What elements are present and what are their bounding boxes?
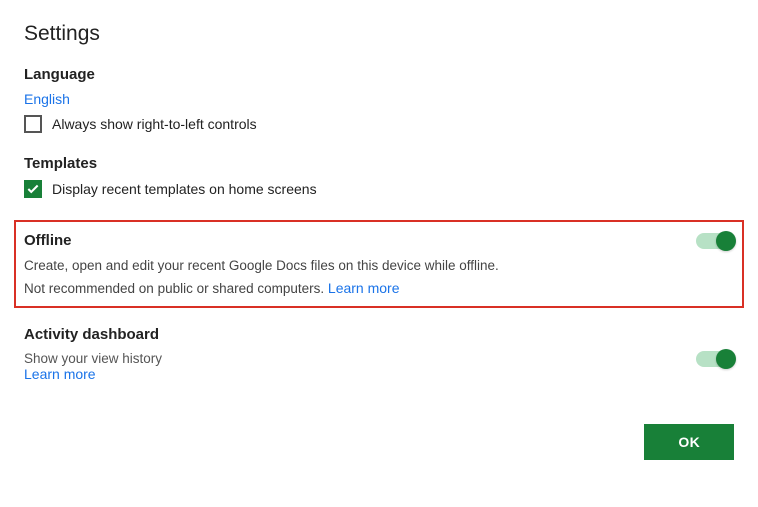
page-title: Settings xyxy=(24,22,734,46)
offline-heading: Offline xyxy=(24,232,72,249)
offline-section-highlight: Offline Create, open and edit your recen… xyxy=(14,220,744,308)
rtl-checkbox[interactable] xyxy=(24,115,42,133)
templates-heading: Templates xyxy=(24,155,734,172)
offline-warning: Not recommended on public or shared comp… xyxy=(24,281,328,296)
activity-description: Show your view history xyxy=(24,351,162,366)
offline-warning-row: Not recommended on public or shared comp… xyxy=(24,280,734,296)
check-icon xyxy=(26,182,40,196)
dialog-footer: OK xyxy=(24,424,734,460)
language-section: Language English Always show right-to-le… xyxy=(24,66,734,133)
offline-description: Create, open and edit your recent Google… xyxy=(24,257,734,276)
templates-section: Templates Display recent templates on ho… xyxy=(24,155,734,198)
toggle-knob xyxy=(716,231,736,251)
activity-heading: Activity dashboard xyxy=(24,326,734,343)
activity-toggle[interactable] xyxy=(696,351,734,367)
language-current-link[interactable]: English xyxy=(24,91,70,107)
templates-label: Display recent templates on home screens xyxy=(52,181,317,197)
ok-button[interactable]: OK xyxy=(644,424,734,460)
templates-checkbox[interactable] xyxy=(24,180,42,198)
activity-section: Activity dashboard Show your view histor… xyxy=(24,326,734,382)
offline-toggle[interactable] xyxy=(696,233,734,249)
language-heading: Language xyxy=(24,66,734,83)
toggle-knob xyxy=(716,349,736,369)
rtl-label: Always show right-to-left controls xyxy=(52,116,257,132)
offline-learn-more-link[interactable]: Learn more xyxy=(328,280,400,296)
activity-learn-more-link[interactable]: Learn more xyxy=(24,366,96,382)
